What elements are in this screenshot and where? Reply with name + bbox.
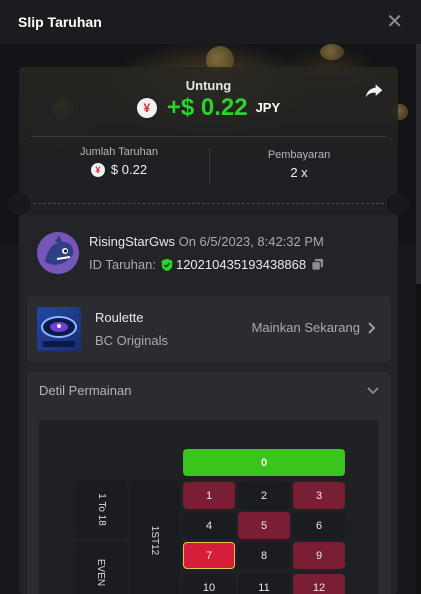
game-provider: BC Originals [95,333,168,348]
roulette-cell-4-label: 4 [205,519,213,532]
side-bet-1-to-18-label: 1 To 18 [95,492,107,526]
roulette-cell-11-label: 11 [258,581,270,594]
close-icon[interactable]: ✕ [386,12,403,32]
coin-decoration [320,44,344,60]
side-bet-1st12-label: 1ST12 [149,525,161,555]
roulette-cell-10[interactable]: 10 [183,574,235,594]
game-name: Roulette [95,310,144,325]
roulette-cell-5-label: 5 [260,519,268,532]
roulette-board: 01 To 18 EVEN 1ST12 1 2 3 4 5 6 7 8 9 10 11 12 [39,420,378,594]
bet-id-value: 120210435193438868 [175,257,307,272]
avatar-shark-icon [37,232,79,274]
roulette-cell-1[interactable]: 1 [183,482,235,509]
chevron-right-icon [368,321,376,334]
play-now-label: Mainkan Sekarang [251,320,360,335]
roulette-thumbnail [37,307,81,351]
bet-timestamp: On 6/5/2023, 8:42:32 PM [178,234,324,249]
profit-currency: JPY [255,99,281,115]
yen-coin-icon: ¥ [136,98,157,118]
side-bet-even[interactable]: EVEN [75,542,127,594]
payout-stat: Pembayaran 2 x [214,149,384,180]
ticket-perforation [8,193,409,215]
roulette-wheel-icon [41,316,77,347]
bet-amount-value: ¥ $ 0.22 [34,162,204,177]
game-details-title: Detil Permainan [39,383,132,398]
profit-label: Untung [185,78,232,93]
play-now-link[interactable]: Mainkan Sekarang [252,320,376,335]
avatar[interactable] [37,232,79,274]
yen-coin-icon: ¥ [90,162,105,177]
roulette-cell-9[interactable]: 9 [293,542,345,569]
roulette-cell-10-label: 10 [202,581,216,594]
verified-shield-icon [161,258,173,271]
roulette-cell-2-label: 2 [260,489,268,502]
perforation-line [33,203,384,204]
roulette-cell-7[interactable]: 7 [183,542,235,569]
side-bet-1st12[interactable]: 1ST12 [130,480,180,594]
bet-amount-stat: Jumlah Taruhan ¥ $ 0.22 [34,146,204,177]
bettor-row: RisingStarGws On 6/5/2023, 8:42:32 PM ID… [37,232,324,274]
roulette-cell-0[interactable]: 0 [183,449,345,476]
ticket-notch [8,193,30,215]
bet-id-label: ID Taruhan: [89,257,156,272]
side-bet-1-to-18[interactable]: 1 To 18 [75,480,127,538]
roulette-cell-12-label: 12 [312,581,326,594]
payout-value: 2 x [290,165,308,180]
roulette-cell-12[interactable]: 12 [293,574,345,594]
bet-details-card: RisingStarGws On 6/5/2023, 8:42:32 PM ID… [19,215,398,594]
roulette-cell-7-label: 7 [205,549,213,562]
roulette-cell-0-label: 0 [260,456,268,469]
profit-row: ¥ +$ 0.22 JPY [19,94,398,122]
modal-header: Slip Taruhan ✕ [0,0,421,44]
roulette-cell-6[interactable]: 6 [293,512,345,539]
side-bet-even-label: EVEN [95,558,107,586]
share-icon[interactable] [364,81,384,101]
roulette-cell-4[interactable]: 4 [183,512,235,539]
roulette-cell-11[interactable]: 11 [238,574,290,594]
bet-id-line: ID Taruhan: 120210435193438868 [89,257,324,272]
divider [31,136,386,137]
roulette-cell-1-label: 1 [205,489,213,502]
roulette-cell-8[interactable]: 8 [238,542,290,569]
chevron-down-icon[interactable] [366,384,380,398]
scrollbar-thumb[interactable] [416,44,421,284]
roulette-cell-8-label: 8 [260,549,268,562]
roulette-cell-6-label: 6 [315,519,323,532]
ticket-notch [387,193,409,215]
username[interactable]: RisingStarGws [89,234,175,249]
copy-icon[interactable] [311,258,324,271]
bet-amount-text: $ 0.22 [110,162,148,177]
roulette-cell-3-label: 3 [315,489,323,502]
profit-amount: +$ 0.22 [166,94,248,121]
roulette-cell-3[interactable]: 3 [293,482,345,509]
roulette-cell-9-label: 9 [315,549,323,562]
game-link-row[interactable]: Roulette BC Originals Mainkan Sekarang [27,296,390,362]
payout-label: Pembayaran [267,149,331,161]
game-info: Roulette BC Originals [95,310,168,348]
divider [209,148,210,184]
roulette-cell-5[interactable]: 5 [238,512,290,539]
bettor-info: RisingStarGws On 6/5/2023, 8:42:32 PM ID… [89,234,324,272]
game-details-panel: Detil Permainan 01 To 18 EVEN 1ST12 1 2 3 4 5 6 7… [27,372,390,594]
roulette-cell-2[interactable]: 2 [238,482,290,509]
modal-title: Slip Taruhan [18,14,102,30]
bet-amount-label: Jumlah Taruhan [79,146,159,158]
